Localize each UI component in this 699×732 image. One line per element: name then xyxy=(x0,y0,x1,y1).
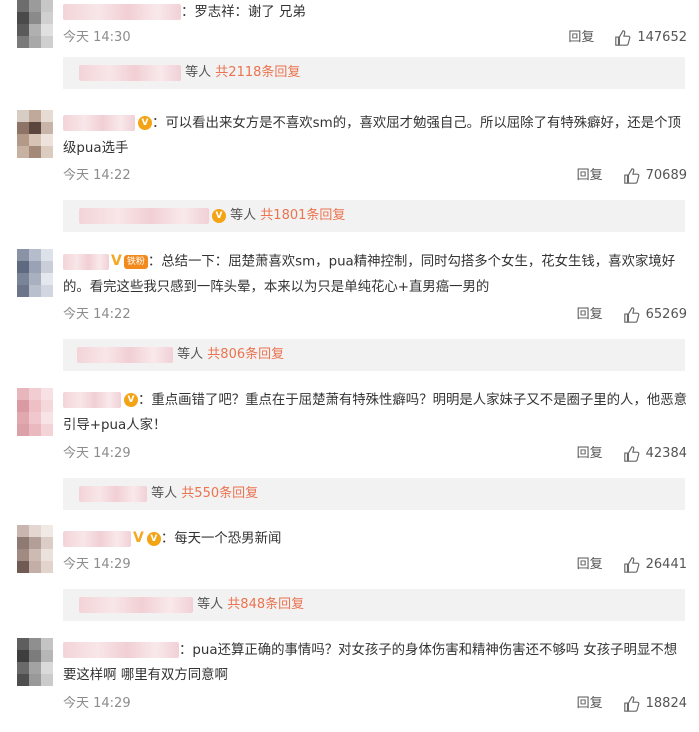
replies-summary: V 等人 共1801条回复 xyxy=(63,200,685,232)
like-button[interactable]: 18824 xyxy=(623,695,687,713)
comment-actions: 回复 26441 xyxy=(577,556,687,574)
fan-badge: 铁粉 xyxy=(123,254,148,269)
reply-button[interactable]: 回复 xyxy=(577,695,603,713)
like-count: 147652 xyxy=(637,30,687,45)
reply-button[interactable]: 回复 xyxy=(577,556,603,574)
replies-suffix: 等人 xyxy=(230,208,257,223)
like-button[interactable]: 26441 xyxy=(623,556,687,574)
comment-text: ：罗志祥：谢了 兄弟 xyxy=(181,5,306,20)
member-badge-icon: V xyxy=(124,393,138,407)
comment-time: 今天 14:22 xyxy=(63,168,131,183)
verified-v-icon: V xyxy=(111,253,122,269)
comment-time: 今天 14:22 xyxy=(63,307,131,322)
blurred-usernames xyxy=(77,346,173,363)
thumbs-up-icon xyxy=(623,557,640,573)
comment-text-line: ：罗志祥：谢了 兄弟 xyxy=(63,0,688,25)
reply-count-link[interactable]: 共550条回复 xyxy=(181,486,258,501)
like-button[interactable]: 70689 xyxy=(623,167,687,185)
blurred-username[interactable] xyxy=(63,642,179,658)
blurred-username[interactable] xyxy=(63,4,181,20)
like-count: 18824 xyxy=(645,696,687,711)
replies-suffix: 等人 xyxy=(185,65,212,80)
replies-suffix: 等人 xyxy=(151,486,178,501)
like-button[interactable]: 65269 xyxy=(623,306,687,324)
reply-count-link[interactable]: 共806条回复 xyxy=(207,347,284,362)
blurred-username[interactable] xyxy=(63,530,131,547)
comment-time: 今天 14:29 xyxy=(63,557,131,572)
member-badge-icon: V xyxy=(146,531,161,546)
thumbs-up-icon xyxy=(623,168,640,184)
like-count: 42384 xyxy=(645,446,687,461)
like-count: 65269 xyxy=(645,307,687,322)
avatar[interactable] xyxy=(17,110,53,158)
thumbs-up-icon xyxy=(623,696,640,712)
comment-actions: 回复 65269 xyxy=(577,306,687,324)
reply-button[interactable]: 回复 xyxy=(577,306,603,324)
avatar[interactable] xyxy=(17,638,53,686)
replies-suffix: 等人 xyxy=(177,347,204,362)
replies-summary: 等人 共2118条回复 xyxy=(63,57,685,89)
reply-button[interactable]: 回复 xyxy=(577,167,603,185)
comment-text: ：总结一下：屈楚萧喜欢sm，pua精神控制，同时勾搭多个女生，花女生钱，喜欢家境… xyxy=(63,254,676,295)
like-count: 26441 xyxy=(645,557,687,572)
comment-text-line: V ：可以看出来女方是不喜欢sm的，喜欢屈才勉强自己。所以屈除了有特殊癖好，还是个… xyxy=(63,111,688,161)
thumbs-up-icon xyxy=(623,307,640,323)
blurred-usernames xyxy=(79,207,209,224)
comment-text-line: V ：重点画错了吧？重点在于屈楚萧有特殊性癖吗？明明是人家妹子又不是圈子里的人，他… xyxy=(63,388,688,438)
like-button[interactable]: 42384 xyxy=(623,445,687,463)
avatar[interactable] xyxy=(17,249,53,297)
replies-summary: 等人 共806条回复 xyxy=(63,339,685,371)
blurred-username[interactable] xyxy=(63,392,121,408)
comment-text-line: V 铁粉 ：总结一下：屈楚萧喜欢sm，pua精神控制，同时勾搭多个女生，花女生钱，喜… xyxy=(63,249,688,300)
comment-actions: 回复 42384 xyxy=(577,445,687,463)
comment-text: ：每天一个恐男新闻 xyxy=(160,531,282,547)
comment-text-line: ：pua还算正确的事情吗？对女孩子的身体伤害和精神伤害还不够吗 女孩子明显不想要… xyxy=(63,638,688,688)
reply-count-link[interactable]: 共1801条回复 xyxy=(260,208,345,223)
reply-button[interactable]: 回复 xyxy=(577,445,603,463)
thumbs-up-icon xyxy=(623,446,640,462)
blurred-username[interactable] xyxy=(63,115,135,131)
reply-count-link[interactable]: 共2118条回复 xyxy=(215,65,300,80)
comment-time: 今天 14:30 xyxy=(63,30,131,45)
verified-v-icon: V xyxy=(133,530,144,546)
member-badge-icon: V xyxy=(138,116,152,130)
comment-actions: 回复 70689 xyxy=(577,167,687,185)
reply-button[interactable]: 回复 xyxy=(568,29,594,47)
reply-count-link[interactable]: 共848条回复 xyxy=(227,597,304,612)
like-button[interactable]: 147652 xyxy=(614,29,687,47)
comment-text: ：重点画错了吧？重点在于屈楚萧有特殊性癖吗？明明是人家妹子又不是圈子里的人，他恶… xyxy=(63,393,688,433)
comment-text-line: V V ：每天一个恐男新闻 xyxy=(63,526,688,552)
replies-summary: 等人 共848条回复 xyxy=(63,589,685,621)
avatar[interactable] xyxy=(17,0,53,48)
comment-text: ：可以看出来女方是不喜欢sm的，喜欢屈才勉强自己。所以屈除了有特殊癖好，还是个顶… xyxy=(63,116,681,156)
blurred-usernames xyxy=(79,485,147,502)
blurred-usernames xyxy=(79,596,193,613)
comment-time: 今天 14:29 xyxy=(63,446,131,461)
thumbs-up-icon xyxy=(615,30,631,46)
comment-time: 今天 14:29 xyxy=(63,696,131,711)
like-count: 70689 xyxy=(645,168,687,183)
comment-actions: 回复 18824 xyxy=(577,695,687,713)
blurred-username[interactable] xyxy=(63,253,109,270)
replies-suffix: 等人 xyxy=(197,597,224,612)
blurred-usernames xyxy=(79,64,181,81)
avatar[interactable] xyxy=(17,388,53,436)
comment-actions: 回复 147652 xyxy=(568,29,687,47)
avatar[interactable] xyxy=(17,525,53,573)
member-badge-icon: V xyxy=(212,208,226,223)
replies-summary: 等人 共550条回复 xyxy=(63,478,685,510)
